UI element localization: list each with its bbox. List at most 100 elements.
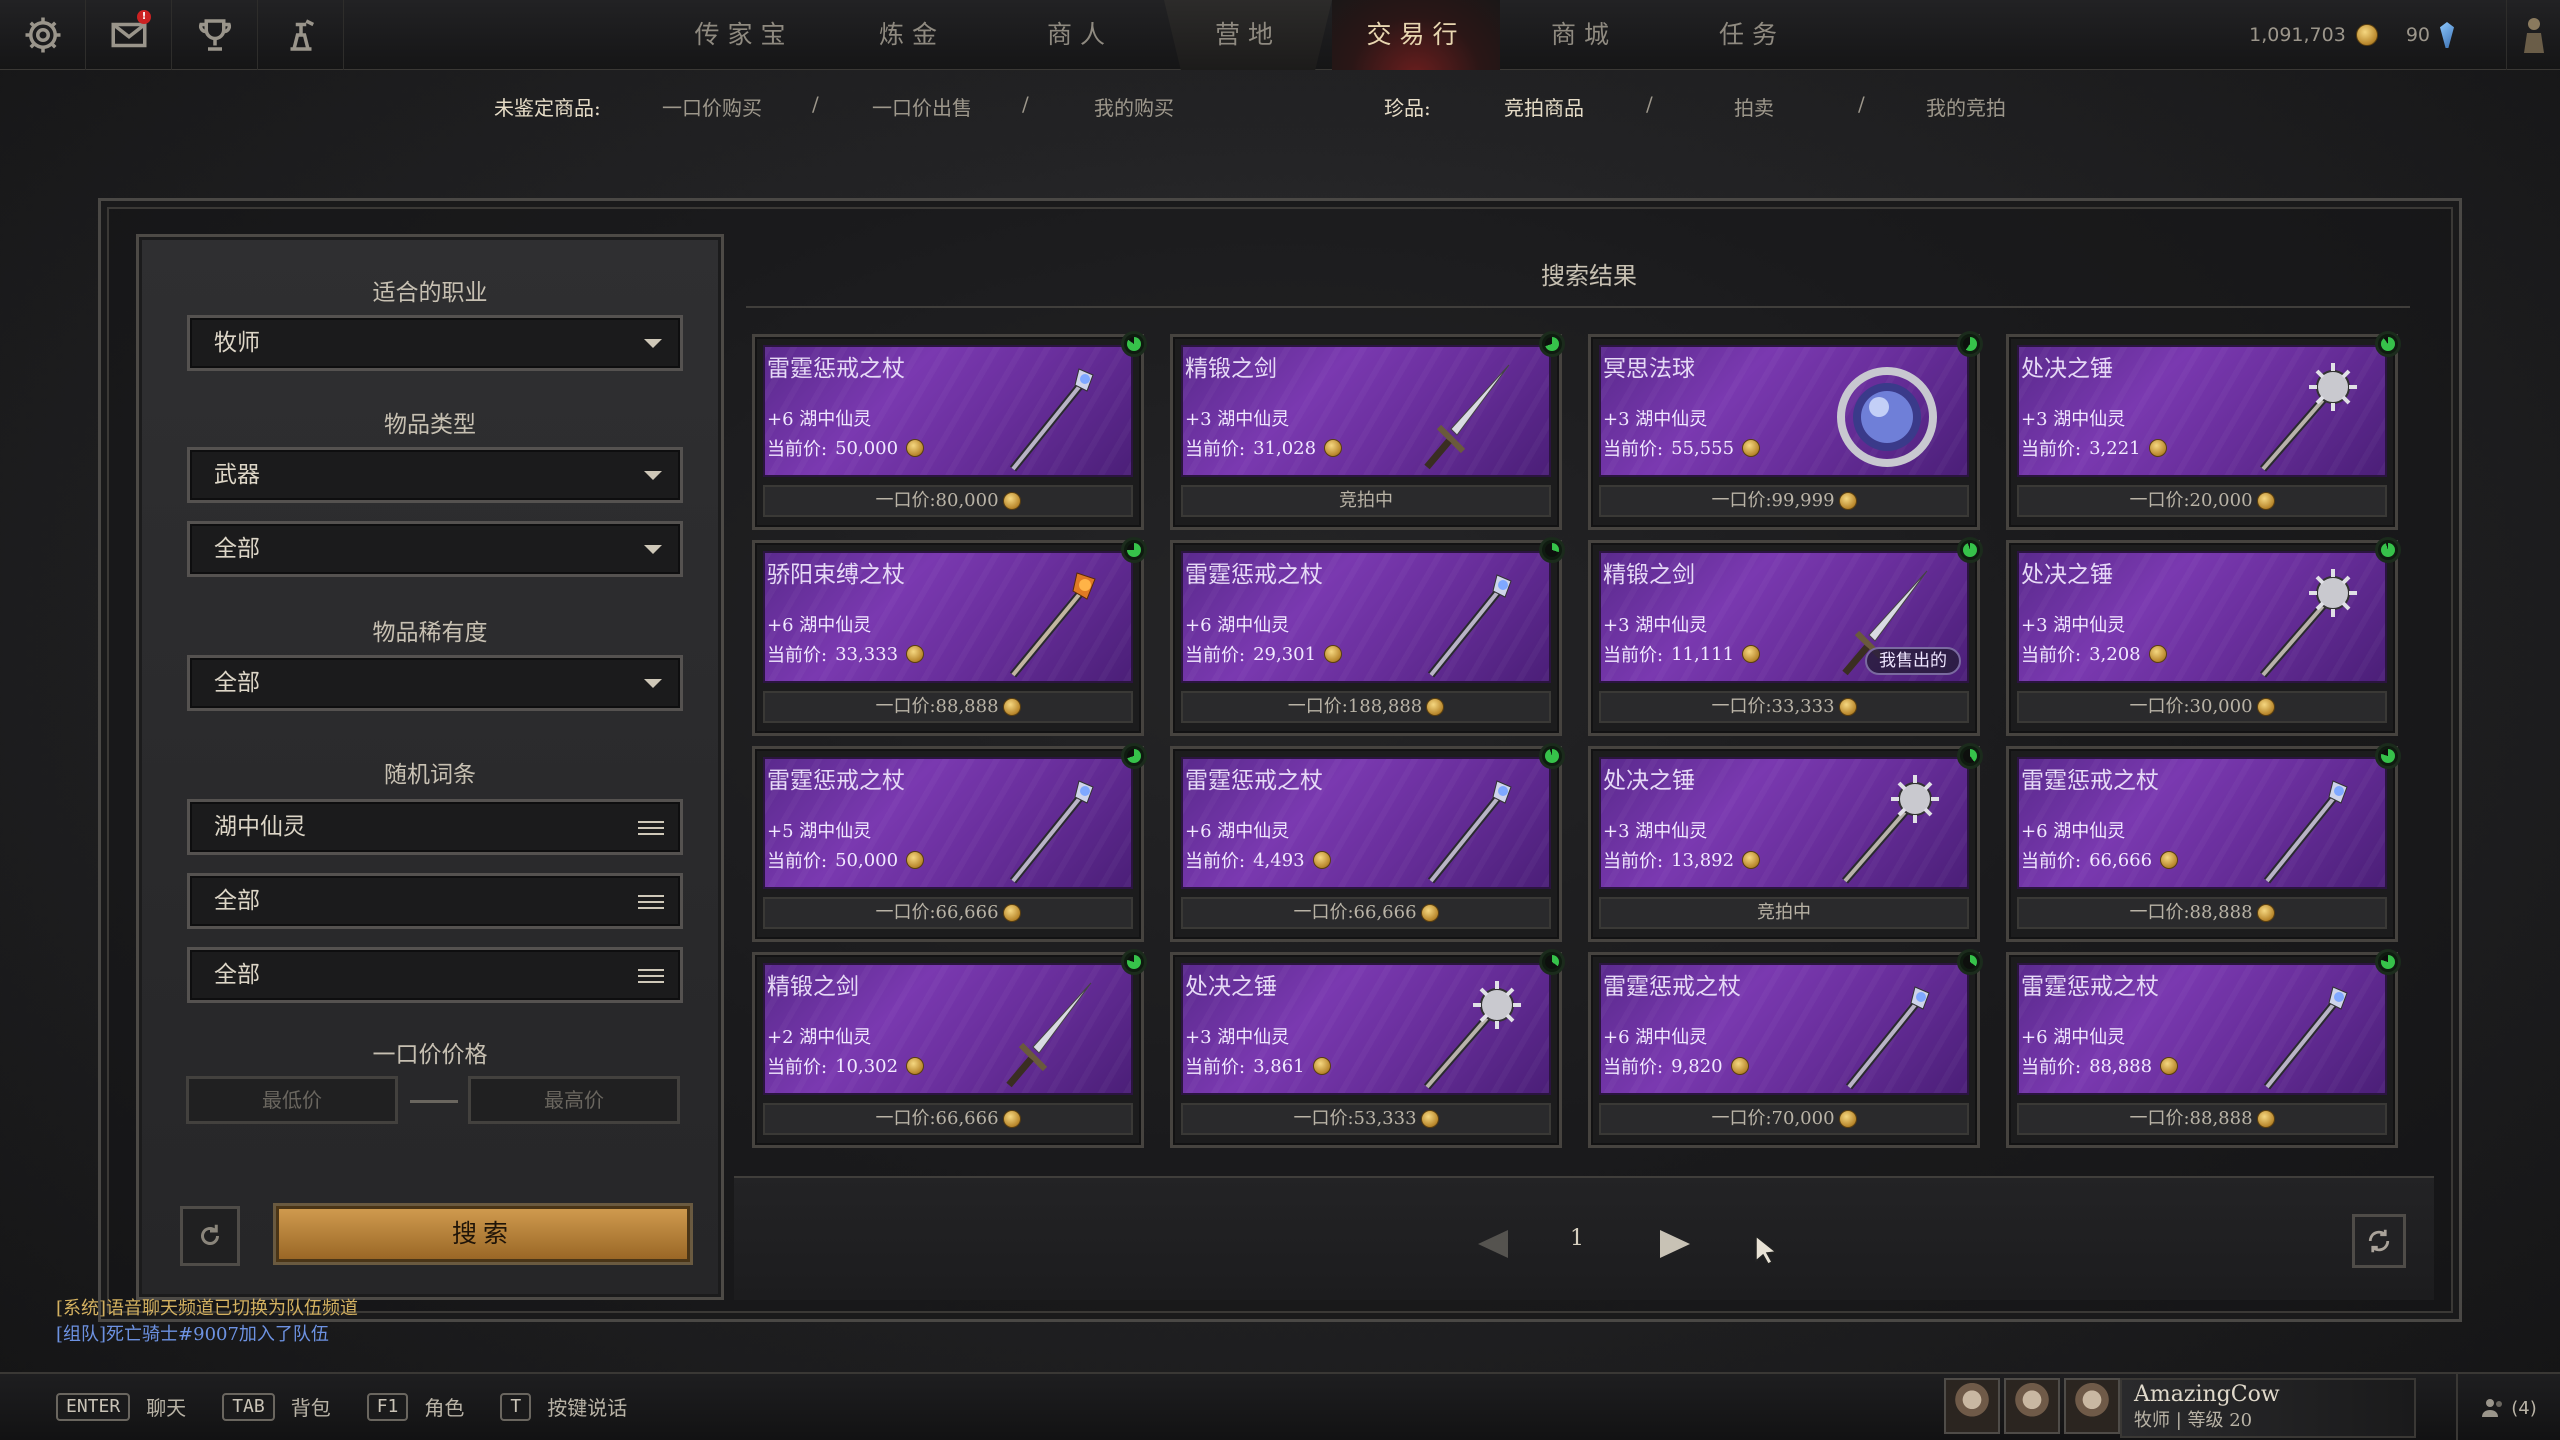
buyout-price-button[interactable]: 一口价:33,333 bbox=[1599, 691, 1969, 723]
prev-page-arrow-icon[interactable] bbox=[1478, 1230, 1508, 1258]
buyout-price-button[interactable]: 一口价:30,000 bbox=[2017, 691, 2387, 723]
item-card[interactable]: 雷霆惩戒之杖 +6 湖中仙灵 当前价: 4,493 一口价:66,666 bbox=[1170, 743, 1565, 942]
item-card[interactable]: 处决之锤 +3 湖中仙灵 当前价: 3,208 一口价:30,000 bbox=[2006, 537, 2401, 736]
mace-icon bbox=[1409, 975, 1529, 1093]
main-tabs: 传家宝 炼金 商人 营地 交易行 商城 任务 bbox=[660, 0, 1836, 70]
current-price-value: 29,301 bbox=[1253, 643, 1317, 665]
buyout-price-button[interactable]: 一口价:80,000 bbox=[763, 485, 1133, 517]
item-card[interactable]: 雷霆惩戒之杖 +6 湖中仙灵 当前价: 9,820 一口价:70,000 bbox=[1588, 949, 1983, 1148]
buyout-price-button[interactable]: 一口价:66,666 bbox=[763, 1103, 1133, 1135]
gold-coin-icon bbox=[1312, 851, 1331, 869]
bidding-status[interactable]: 竞拍中 bbox=[1181, 485, 1551, 517]
party-member-portrait[interactable] bbox=[2004, 1378, 2060, 1434]
party-member-portrait[interactable] bbox=[1944, 1378, 2000, 1434]
tab-trading-post[interactable]: 交易行 bbox=[1332, 0, 1500, 70]
hotkey-character[interactable]: F1 角色 bbox=[366, 1392, 464, 1421]
buyout-price-button[interactable]: 一口价:66,666 bbox=[763, 897, 1133, 929]
current-price-label: 当前价: bbox=[1603, 439, 1664, 460]
subtab-my-bids[interactable]: 我的竞拍 bbox=[1926, 92, 2006, 121]
item-card[interactable]: 精锻之剑 +3 湖中仙灵 当前价: 31,028 竞拍中 bbox=[1170, 331, 1565, 530]
item-card[interactable]: 处决之锤 +3 湖中仙灵 当前价: 13,892 竞拍中 bbox=[1588, 743, 1983, 942]
buyout-price-button[interactable]: 一口价:88,888 bbox=[2017, 897, 2387, 929]
subtab-buyout-sell[interactable]: 一口价出售 bbox=[872, 92, 972, 121]
item-card[interactable]: 雷霆惩戒之杖 +6 湖中仙灵 当前价: 66,666 一口价:88,888 bbox=[2006, 743, 2401, 942]
item-card[interactable]: 精锻之剑 +2 湖中仙灵 当前价: 10,302 一口价:66,666 bbox=[752, 949, 1147, 1148]
character-menu-button[interactable] bbox=[2506, 0, 2560, 70]
buyout-label: 一口价: bbox=[1711, 1108, 1772, 1129]
item-card[interactable]: 冥思法球 +3 湖中仙灵 当前价: 55,555 一口价:99,999 bbox=[1588, 331, 1983, 530]
buyout-price-button[interactable]: 一口价:88,888 bbox=[763, 691, 1133, 723]
current-price: 当前价: 33,333 bbox=[767, 641, 925, 667]
hotkey-push-to-talk[interactable]: T 按键说话 bbox=[500, 1392, 627, 1421]
alchemy-button[interactable] bbox=[258, 0, 344, 70]
buyout-value: 30,000 bbox=[2189, 696, 2253, 717]
tab-store[interactable]: 商城 bbox=[1500, 0, 1668, 70]
buyout-price-button[interactable]: 一口价:66,666 bbox=[1181, 897, 1551, 929]
item-card[interactable]: 骄阳束缚之杖 +6 湖中仙灵 当前价: 33,333 一口价:88,888 bbox=[752, 537, 1147, 736]
buyout-price-button[interactable]: 一口价:99,999 bbox=[1599, 485, 1969, 517]
item-type-dropdown[interactable]: 武器 bbox=[187, 447, 683, 503]
rarity-dropdown[interactable]: 全部 bbox=[187, 655, 683, 711]
buyout-label: 一口价: bbox=[2129, 902, 2190, 923]
item-card[interactable]: 雷霆惩戒之杖 +6 湖中仙灵 当前价: 88,888 一口价:88,888 bbox=[2006, 949, 2401, 1148]
item-card[interactable]: 处决之锤 +3 湖中仙灵 当前价: 3,221 一口价:20,000 bbox=[2006, 331, 2401, 530]
achievements-button[interactable] bbox=[172, 0, 258, 70]
item-name: 雷霆惩戒之杖 bbox=[1185, 562, 1323, 588]
item-card[interactable]: 精锻之剑 +3 湖中仙灵 当前价: 11,111 我售出的 一口价:33,333 bbox=[1588, 537, 1983, 736]
class-dropdown[interactable]: 牧师 bbox=[187, 315, 683, 371]
friends-button[interactable]: (4) bbox=[2456, 1374, 2560, 1440]
buyout-price-button[interactable]: 一口价:53,333 bbox=[1181, 1103, 1551, 1135]
subtab-auction[interactable]: 拍卖 bbox=[1734, 92, 1774, 121]
list-icon bbox=[638, 965, 664, 985]
hotkey-inventory[interactable]: TAB 背包 bbox=[222, 1392, 331, 1421]
buyout-value: 66,666 bbox=[935, 902, 999, 923]
next-page-arrow-icon[interactable] bbox=[1660, 1230, 1690, 1258]
item-subtype-dropdown[interactable]: 全部 bbox=[187, 521, 683, 577]
item-name: 精锻之剑 bbox=[1185, 356, 1277, 382]
chat-system-message: [系统]语音聊天频道已切换为队伍频道 bbox=[56, 1298, 359, 1319]
item-card[interactable]: 雷霆惩戒之杖 +5 湖中仙灵 当前价: 50,000 一口价:66,666 bbox=[752, 743, 1147, 942]
reset-filters-button[interactable] bbox=[180, 1206, 240, 1266]
max-price-input[interactable]: 最高价 bbox=[468, 1076, 680, 1124]
current-price: 当前价: 4,493 bbox=[1185, 847, 1331, 873]
item-card[interactable]: 处决之锤 +3 湖中仙灵 当前价: 3,861 一口价:53,333 bbox=[1170, 949, 1565, 1148]
player-info[interactable]: AmazingCow 牧师 | 等级 20 bbox=[2120, 1378, 2416, 1438]
class-dropdown-value: 牧师 bbox=[214, 330, 260, 356]
settings-button[interactable] bbox=[0, 0, 86, 70]
gold-coin-icon bbox=[2256, 1110, 2275, 1128]
item-affix: +6 湖中仙灵 bbox=[2021, 821, 2126, 842]
hotkey-chat[interactable]: ENTER 聊天 bbox=[56, 1392, 186, 1421]
subtab-buyout-buy[interactable]: 一口价购买 bbox=[662, 92, 762, 121]
buyout-price-button[interactable]: 一口价:20,000 bbox=[2017, 485, 2387, 517]
tab-heirloom[interactable]: 传家宝 bbox=[660, 0, 828, 70]
min-price-input[interactable]: 最低价 bbox=[186, 1076, 398, 1124]
buyout-price-button[interactable]: 一口价:88,888 bbox=[2017, 1103, 2387, 1135]
affix-dropdown-1[interactable]: 湖中仙灵 bbox=[187, 799, 683, 855]
hotkey-label: 背包 bbox=[290, 1396, 331, 1420]
current-price-label: 当前价: bbox=[767, 851, 828, 872]
tab-alchemy[interactable]: 炼金 bbox=[828, 0, 996, 70]
mail-button[interactable]: ! bbox=[86, 0, 172, 70]
search-button[interactable]: 搜索 bbox=[276, 1206, 690, 1262]
tab-camp[interactable]: 营地 bbox=[1164, 0, 1332, 70]
refresh-results-button[interactable] bbox=[2352, 1214, 2406, 1268]
item-card[interactable]: 雷霆惩戒之杖 +6 湖中仙灵 当前价: 50,000 一口价:80,000 bbox=[752, 331, 1147, 530]
affix-dropdown-3[interactable]: 全部 bbox=[187, 947, 683, 1003]
timer-clock-icon bbox=[1121, 743, 1147, 769]
buyout-price-button[interactable]: 一口价:188,888 bbox=[1181, 691, 1551, 723]
subtab-my-purchases[interactable]: 我的购买 bbox=[1094, 92, 1174, 121]
subtab-auction-items[interactable]: 竞拍商品 bbox=[1504, 92, 1584, 121]
gold-coin-icon bbox=[1324, 439, 1343, 457]
tab-merchant[interactable]: 商人 bbox=[996, 0, 1164, 70]
affix-dropdown-2[interactable]: 全部 bbox=[187, 873, 683, 929]
tab-quests[interactable]: 任务 bbox=[1668, 0, 1836, 70]
bidding-status[interactable]: 竞拍中 bbox=[1599, 897, 1969, 929]
list-icon bbox=[638, 817, 664, 837]
buyout-label: 一口价: bbox=[1711, 490, 1772, 511]
buyout-price-button[interactable]: 一口价:70,000 bbox=[1599, 1103, 1969, 1135]
item-card[interactable]: 雷霆惩戒之杖 +6 湖中仙灵 当前价: 29,301 一口价:188,888 bbox=[1170, 537, 1565, 736]
mace-icon bbox=[2245, 357, 2365, 475]
party-member-portrait[interactable] bbox=[2064, 1378, 2120, 1434]
currency-display: 1,091,703 90 bbox=[2249, 0, 2480, 70]
mouse-cursor-icon bbox=[1755, 1234, 1778, 1264]
